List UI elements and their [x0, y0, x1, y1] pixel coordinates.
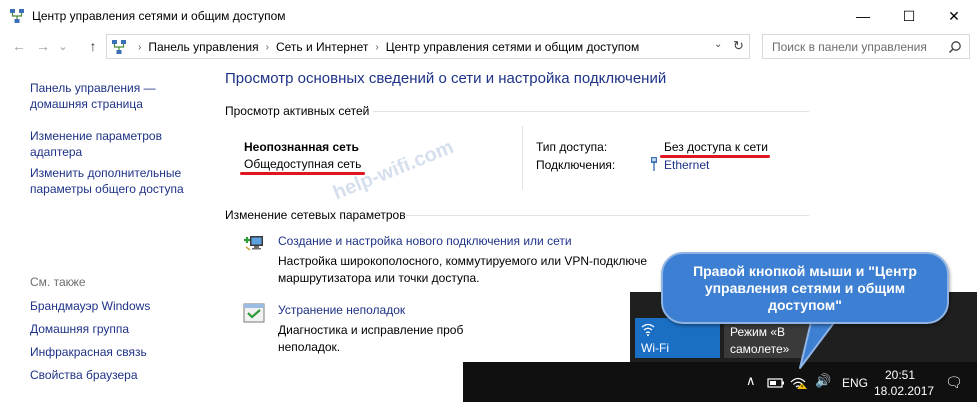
forward-button[interactable]: →	[34, 37, 52, 55]
red-underline-network-type	[240, 172, 365, 175]
create-connection-link[interactable]: Создание и настройка нового подключения …	[278, 234, 572, 248]
section-divider	[405, 215, 809, 216]
description-line: неполадок.	[278, 340, 341, 354]
breadcrumb: › Панель управления › Сеть и Интернет › …	[131, 40, 639, 54]
breadcrumb-network-center[interactable]: Центр управления сетями и общим доступом	[386, 40, 640, 54]
navigation-bar: ← → ⌄ ↑ › Панель управления › Сеть и Инт…	[0, 34, 977, 60]
address-bar[interactable]: › Панель управления › Сеть и Интернет › …	[106, 34, 750, 59]
title-bar: Центр управления сетями и общим доступом…	[0, 0, 977, 32]
sidebar-link-line: Изменение параметров	[30, 129, 162, 143]
troubleshoot-icon	[243, 303, 265, 323]
network-center-icon	[10, 9, 24, 23]
sidebar-link-sharing-settings[interactable]: Изменить дополнительные параметры общего…	[30, 165, 184, 197]
airplane-mode-tile[interactable]: Режим «В самолете»	[724, 318, 810, 358]
battery-icon[interactable]	[767, 377, 785, 389]
access-type-value: Без доступа к сети	[664, 140, 768, 154]
breadcrumb-control-panel[interactable]: Панель управления	[148, 40, 258, 54]
sidebar-link-firewall[interactable]: Брандмауэр Windows	[30, 298, 150, 314]
airplane-tile-line: Режим «В	[730, 325, 786, 339]
description-line: Диагностика и исправление проб	[278, 323, 464, 337]
network-name: Неопознанная сеть	[244, 140, 359, 154]
change-settings-label: Изменение сетевых параметров	[225, 208, 406, 222]
up-arrow-icon: ↑	[89, 38, 97, 54]
vertical-divider	[522, 126, 523, 190]
see-also-label: См. также	[30, 275, 86, 289]
clock-date: 18.02.2017	[874, 384, 935, 398]
network-type-link[interactable]: Общедоступная сеть	[244, 157, 361, 171]
access-type-label: Тип доступа:	[536, 140, 608, 154]
recent-locations-button[interactable]: ⌄	[54, 37, 72, 55]
minimize-button[interactable]: —	[840, 0, 886, 32]
maximize-button[interactable]: ☐	[886, 0, 932, 32]
sidebar-link-infrared[interactable]: Инфракрасная связь	[30, 344, 147, 360]
no-internet-wifi-icon[interactable]	[790, 374, 808, 390]
sidebar-link-line: адаптера	[30, 145, 83, 159]
breadcrumb-separator-icon: ›	[265, 41, 269, 53]
wifi-quick-action-tile[interactable]: Wi-Fi	[635, 318, 720, 358]
wifi-tile-label: Wi-Fi	[641, 341, 669, 355]
sidebar-link-line: Изменить дополнительные	[30, 166, 182, 180]
taskbar-clock[interactable]: 20:51 18.02.2017	[874, 367, 935, 399]
search-input[interactable]: Поиск в панели управления	[762, 34, 970, 59]
control-panel-icon	[112, 40, 126, 54]
address-dropdown-icon[interactable]: ⌄	[714, 39, 722, 50]
description-line: маршрутизатора или точки доступа.	[278, 271, 480, 285]
sidebar-link-line: параметры общего доступа	[30, 182, 184, 196]
back-arrow-icon: ←	[12, 38, 26, 54]
close-icon: ✕	[948, 7, 960, 24]
connections-label: Подключения:	[536, 158, 616, 172]
search-icon	[948, 41, 961, 54]
forward-arrow-icon: →	[36, 38, 50, 54]
sidebar-link-control-panel-home[interactable]: Панель управления — домашняя страница	[30, 80, 156, 112]
sidebar-link-homegroup[interactable]: Домашняя группа	[30, 321, 129, 337]
sidebar-link-line: Панель управления —	[30, 81, 156, 95]
description-line: Настройка широкополосного, коммутируемог…	[278, 254, 648, 268]
create-connection-description: Настройка широкополосного, коммутируемог…	[278, 253, 647, 287]
sidebar-link-adapter-settings[interactable]: Изменение параметров адаптера	[30, 128, 162, 160]
wifi-icon	[641, 323, 655, 336]
up-button[interactable]: ↑	[84, 37, 102, 55]
back-button[interactable]: ←	[10, 37, 28, 55]
volume-icon[interactable]: 🔊	[815, 373, 831, 389]
airplane-tile-label: Режим «В самолете»	[730, 324, 789, 358]
clock-time: 20:51	[884, 368, 916, 382]
search-placeholder: Поиск в панели управления	[772, 40, 927, 54]
window-title: Центр управления сетями и общим доступом	[32, 9, 286, 23]
ethernet-icon	[651, 157, 657, 171]
section-divider	[373, 111, 809, 112]
breadcrumb-separator-icon: ›	[375, 41, 379, 53]
airplane-tile-line: самолете»	[730, 342, 790, 356]
new-connection-icon	[244, 236, 263, 251]
breadcrumb-separator-icon: ›	[138, 41, 142, 53]
sidebar-link-line: домашняя страница	[30, 97, 143, 111]
maximize-icon: ☐	[902, 7, 916, 24]
troubleshoot-description: Диагностика и исправление проб неполадок…	[278, 322, 463, 356]
chevron-down-icon: ⌄	[58, 40, 68, 53]
ethernet-connection-link[interactable]: Ethernet	[664, 158, 709, 172]
active-networks-label: Просмотр активных сетей	[225, 104, 370, 118]
minimize-icon: —	[856, 8, 870, 24]
language-indicator[interactable]: ENG	[842, 376, 868, 390]
callout-annotation: Правой кнопкой мыши и "Центр управления …	[661, 252, 949, 324]
breadcrumb-network-internet[interactable]: Сеть и Интернет	[276, 40, 368, 54]
show-hidden-icons-chevron-icon[interactable]: ∧	[746, 373, 756, 389]
page-title: Просмотр основных сведений о сети и наст…	[225, 70, 667, 87]
close-button[interactable]: ✕	[931, 0, 977, 32]
refresh-icon[interactable]: ↻	[733, 38, 744, 54]
sidebar-link-browser-properties[interactable]: Свойства браузера	[30, 367, 138, 383]
notification-center-icon[interactable]: 🗨	[945, 374, 963, 391]
troubleshoot-link[interactable]: Устранение неполадок	[278, 303, 405, 317]
